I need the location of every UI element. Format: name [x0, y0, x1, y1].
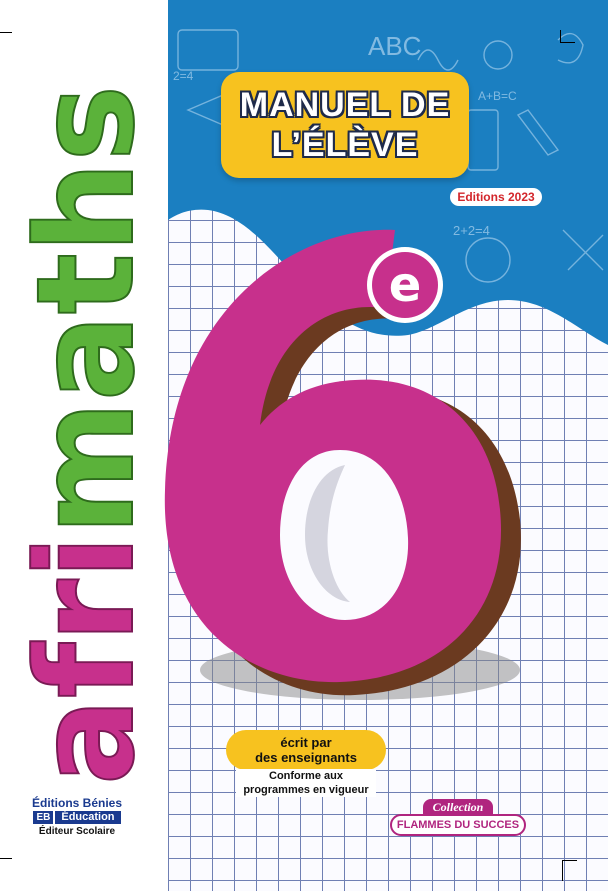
- crop-mark-bottom-left: [0, 858, 12, 873]
- svg-text:afrimaths: afrimaths: [14, 85, 154, 785]
- collection-name: FLAMMES DU SUCCES: [390, 814, 526, 836]
- tag-line1: écrit par: [280, 735, 332, 750]
- doodle-abc: ABC: [368, 31, 421, 61]
- tag-line2: des enseignants: [255, 750, 357, 765]
- book-cover: ABC A+B=C 2+2=4 2=4 afrimaths afrimaths …: [0, 0, 608, 891]
- manual-title-line2: L’ÉLÈVE: [271, 126, 419, 164]
- doodle-equation-3: 2=4: [173, 69, 194, 83]
- collection-badge: Collection FLAMMES DU SUCCES: [390, 798, 526, 836]
- manual-title-box: MANUEL DE L’ÉLÈVE: [221, 72, 469, 178]
- manual-title-line1: MANUEL DE: [239, 86, 451, 124]
- publisher-education: Éducation: [55, 811, 121, 824]
- crop-mark-top-left: [0, 32, 12, 47]
- grade-number: 6: [160, 200, 161, 201]
- publisher-name: Éditions Bénies: [31, 796, 123, 810]
- crop-mark-top-right: [560, 30, 575, 43]
- eb-logo-icon: EB: [33, 811, 54, 824]
- crop-mark-bottom-right: [562, 860, 577, 881]
- doodle-equation-1: A+B=C: [478, 89, 517, 103]
- conform-line2: programmes en vigueur: [243, 784, 369, 796]
- conformity-note: Conforme aux programmes en vigueur: [236, 769, 376, 797]
- written-by-tag: écrit par des enseignants: [226, 730, 386, 770]
- publisher-subtitle: Éditeur Scolaire: [38, 826, 116, 837]
- grade-six-graphic: e 6: [160, 200, 521, 700]
- collection-label: Collection: [422, 799, 494, 816]
- grade-suffix: e: [389, 257, 422, 313]
- series-title-vertical: afrimaths afrimaths: [14, 78, 154, 792]
- publisher-logo: Éditions Bénies EB Éducation Éditeur Sco…: [22, 796, 132, 837]
- conform-line1: Conforme aux: [269, 770, 343, 782]
